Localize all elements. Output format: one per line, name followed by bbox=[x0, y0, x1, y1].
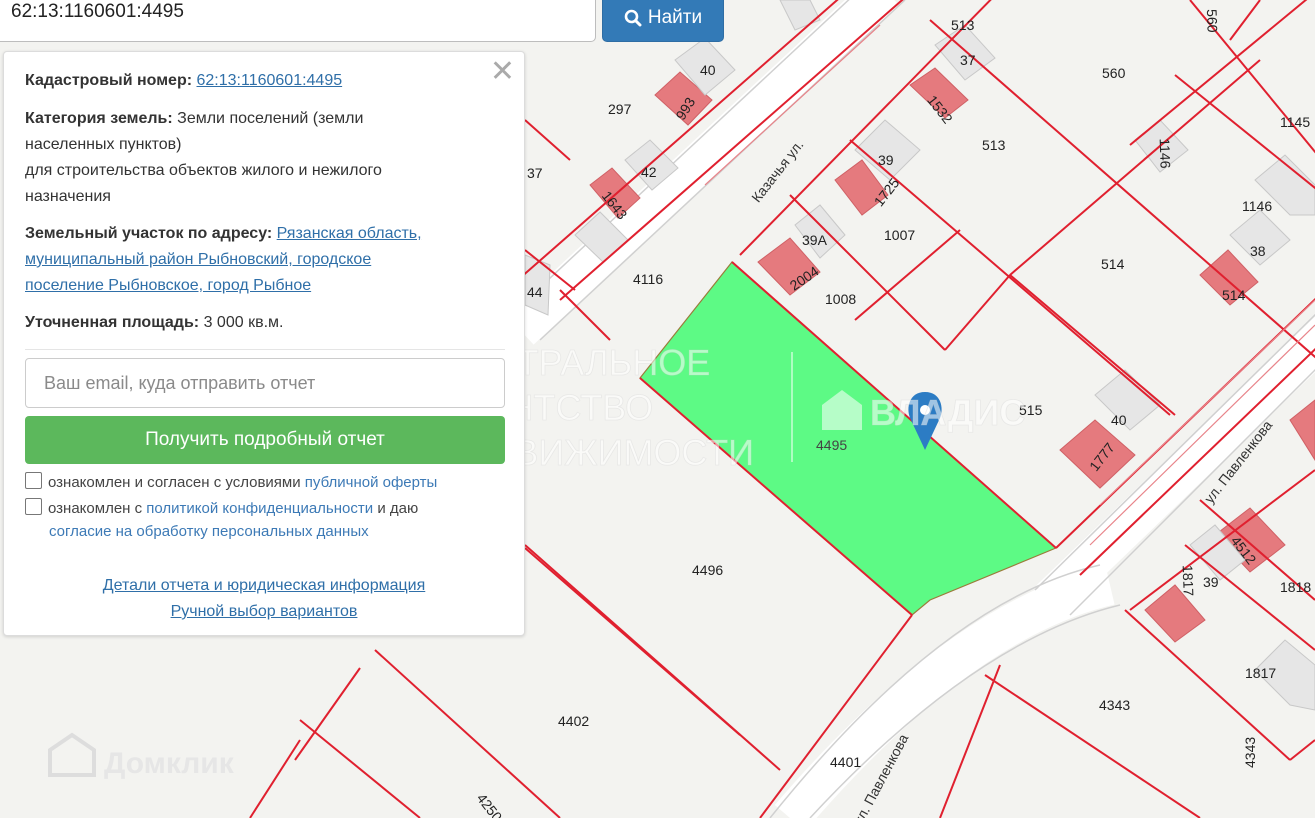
parcel-label: 1817 bbox=[1245, 665, 1276, 681]
address-row: Земельный участок по адресу: Рязанская о… bbox=[25, 221, 474, 299]
manual-link-row: Ручной выбор вариантов bbox=[4, 603, 524, 621]
search-input[interactable]: 62:13:1160601:4495 bbox=[0, 0, 596, 42]
parcel-label: 1818 bbox=[1280, 579, 1311, 595]
offer-consent-text: ознакомлен и согласен с условиями bbox=[48, 474, 301, 491]
parcel-label: 44 bbox=[527, 284, 543, 300]
parcel-label: 560 bbox=[1204, 9, 1221, 33]
email-field[interactable] bbox=[25, 358, 505, 408]
parcel-label: 40 bbox=[1111, 412, 1127, 428]
public-offer-link[interactable]: публичной оферты bbox=[305, 474, 438, 491]
address-link[interactable]: муниципальный район Рыбновский, городско… bbox=[25, 251, 371, 268]
parcel-label-selected: 4495 bbox=[816, 437, 847, 453]
parcel-label: 1007 bbox=[884, 227, 915, 243]
privacy-policy-link[interactable]: политикой конфиденциальности bbox=[146, 500, 373, 517]
divider bbox=[25, 349, 505, 350]
search-button[interactable]: Найти bbox=[602, 0, 724, 42]
road-pavlenkova-lower bbox=[774, 565, 1115, 818]
parcel-label: 560 bbox=[1102, 65, 1126, 81]
report-details-link[interactable]: Детали отчета и юридическая информация bbox=[103, 577, 426, 594]
address-link[interactable]: поселение Рыбновское, город Рыбное bbox=[25, 277, 311, 294]
privacy-consent-text: ознакомлен с bbox=[48, 500, 143, 517]
parcel-label: 4402 bbox=[558, 713, 589, 729]
address-link[interactable]: Рязанская область, bbox=[277, 225, 422, 242]
privacy-consent-tail: и даю bbox=[377, 500, 419, 517]
land-category-value: населенных пунктов) bbox=[25, 136, 182, 153]
domclick-watermark: Домклик bbox=[48, 732, 235, 780]
parcel-label: 4496 bbox=[692, 562, 723, 578]
watermark-text: ВЛАДИС bbox=[870, 392, 1025, 433]
parcel-label: 1817 bbox=[1180, 565, 1197, 597]
parcel-label: 39А bbox=[802, 232, 828, 248]
offer-consent-row: ознакомлен и согласен с условиями публич… bbox=[25, 471, 437, 494]
parcel-label: 1146 bbox=[1157, 138, 1174, 169]
parcel-label: 297 bbox=[608, 101, 632, 117]
domclick-watermark-text: Домклик bbox=[104, 747, 235, 780]
offer-consent-checkbox[interactable] bbox=[25, 472, 42, 489]
parcel-label: 4116 bbox=[633, 271, 663, 287]
land-category-row: Категория земель: Земли поселений (земли… bbox=[25, 106, 474, 210]
search-button-label: Найти bbox=[647, 7, 703, 28]
land-category-label: Категория земель: bbox=[25, 110, 173, 127]
parcel-label: 1146 bbox=[1242, 198, 1272, 214]
parcel-info-panel: ✕ Кадастровый номер: 62:13:1160601:4495 … bbox=[3, 51, 525, 636]
address-label: Земельный участок по адресу: bbox=[25, 225, 273, 242]
personal-data-consent-link[interactable]: согласие на обработку персональных данны… bbox=[49, 523, 369, 540]
cadastral-number-row: Кадастровый номер: 62:13:1160601:4495 bbox=[25, 68, 474, 94]
parcel-label: 38 bbox=[1250, 243, 1266, 259]
parcel-label: 39 bbox=[1203, 574, 1219, 590]
details-link-row: Детали отчета и юридическая информация bbox=[4, 577, 524, 595]
parcel-label: 40 bbox=[700, 62, 716, 78]
area-value: 3 000 кв.м. bbox=[203, 314, 284, 331]
privacy-consent-checkbox[interactable] bbox=[25, 498, 42, 515]
close-icon[interactable]: ✕ bbox=[490, 57, 515, 87]
get-report-button[interactable]: Получить подробный отчет bbox=[25, 416, 505, 464]
parcel-label: 1008 bbox=[825, 291, 856, 307]
cadastral-number-label: Кадастровый номер: bbox=[25, 72, 193, 89]
parcel-label: 42 bbox=[641, 164, 657, 180]
parcel-label: 37 bbox=[527, 165, 543, 181]
privacy-consent-row: ознакомлен с политикой конфиденциальност… bbox=[25, 497, 418, 543]
parcel-label: 37 bbox=[960, 52, 976, 68]
parcel-label: 4401 bbox=[830, 754, 861, 770]
area-row: Уточненная площадь: 3 000 кв.м. bbox=[25, 310, 474, 336]
parcel-label: 514 bbox=[1222, 287, 1246, 303]
cadastral-number-link[interactable]: 62:13:1160601:4495 bbox=[197, 72, 343, 89]
parcel-label: 4343 bbox=[1099, 697, 1130, 713]
parcel-label: 513 bbox=[982, 137, 1006, 153]
search-icon bbox=[624, 9, 642, 27]
manual-selection-link[interactable]: Ручной выбор вариантов bbox=[171, 603, 358, 620]
land-category-value: для строительства объектов жилого и нежи… bbox=[25, 162, 382, 179]
parcel-label: 513 bbox=[951, 17, 975, 33]
area-label: Уточненная площадь: bbox=[25, 314, 200, 331]
parcel-label: 4250 bbox=[474, 790, 506, 818]
land-category-value: назначения bbox=[25, 188, 111, 205]
parcel-label: 39 bbox=[878, 152, 894, 168]
parcel-label: 1145 bbox=[1280, 114, 1310, 130]
land-category-value: Земли поселений (земли bbox=[177, 110, 364, 127]
parcel-label: 514 bbox=[1101, 256, 1125, 272]
parcel-label: 4343 bbox=[1242, 737, 1258, 768]
